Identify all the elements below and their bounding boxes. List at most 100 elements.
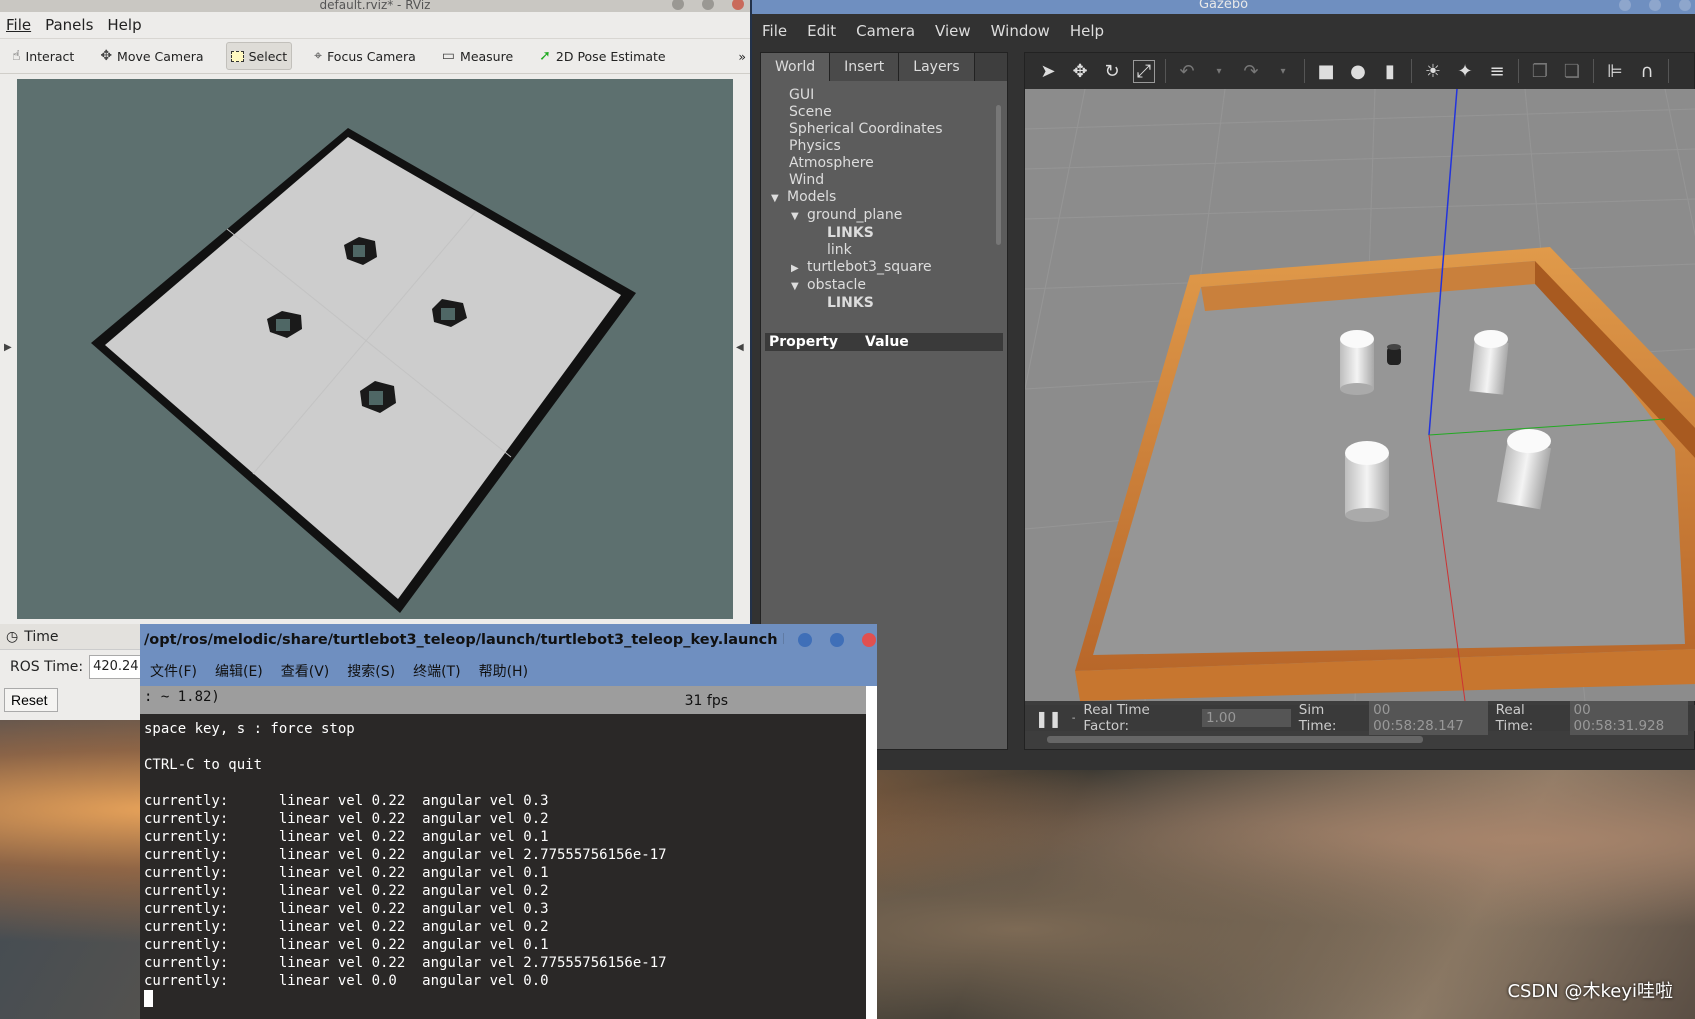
box-shape-icon[interactable]: ■: [1315, 61, 1337, 82]
tree-item-models[interactable]: ▼ Models: [761, 189, 1007, 207]
left-panel-collapse-icon[interactable]: ▶: [4, 342, 12, 353]
spot-light-icon[interactable]: ✦: [1454, 61, 1476, 82]
gz-menu-file[interactable]: File: [762, 22, 787, 40]
focus-camera-tool[interactable]: ⌖ Focus Camera: [310, 42, 420, 70]
gazebo-maximize-button[interactable]: [1649, 0, 1661, 11]
tree-item[interactable]: LINKS: [761, 225, 1007, 242]
terminal-scrollbar[interactable]: [866, 686, 877, 1019]
reset-button[interactable]: Reset: [4, 688, 58, 712]
term-menu-view[interactable]: 查看(V): [281, 661, 330, 681]
tree-label: LINKS: [827, 225, 874, 241]
status-scrollbar[interactable]: [1047, 736, 1423, 743]
tree-item[interactable]: LINKS: [761, 295, 1007, 312]
term-menu-search[interactable]: 搜索(S): [347, 661, 395, 681]
redo-icon[interactable]: ↷: [1240, 61, 1262, 82]
terminal-output[interactable]: : ~ 1.82) 31 fps space key, s : force st…: [140, 686, 866, 1019]
property-header: Property Value: [765, 333, 1003, 351]
rviz-maximize-button[interactable]: [702, 0, 714, 10]
tree-item[interactable]: Spherical Coordinates: [761, 121, 1007, 138]
terminal-line: currently: linear vel 0.22 angular vel 2…: [144, 955, 667, 971]
rviz-toolbar: ☝ Interact ✥ Move Camera Select ⌖ Focus Cam…: [0, 38, 750, 74]
expand-down-icon[interactable]: ▼: [771, 190, 787, 207]
rviz-titlebar[interactable]: default.rviz* - RViz: [0, 0, 750, 12]
tree-item[interactable]: Atmosphere: [761, 155, 1007, 172]
snap-icon[interactable]: ∩: [1636, 61, 1658, 82]
clock-icon: ◷: [6, 628, 19, 645]
tree-item[interactable]: link: [761, 242, 1007, 259]
measure-tool[interactable]: ▭ Measure: [438, 42, 517, 70]
menu-help[interactable]: Help: [107, 16, 141, 34]
terminal-line: currently: linear vel 0.22 angular vel 0…: [144, 919, 549, 935]
move-camera-tool[interactable]: ✥ Move Camera: [96, 42, 207, 70]
gazebo-titlebar[interactable]: Gazebo: [752, 0, 1695, 14]
rotate-mode-icon[interactable]: ↻: [1101, 61, 1123, 82]
gz-menu-camera[interactable]: Camera: [856, 22, 915, 40]
tree-label: Wind: [789, 172, 825, 188]
tree-item[interactable]: GUI: [761, 87, 1007, 104]
toolbar-separator: [1593, 59, 1594, 83]
scene-render: [1025, 89, 1695, 701]
tree-item[interactable]: Scene: [761, 104, 1007, 121]
cylinder-shape-icon[interactable]: ▮: [1379, 61, 1401, 82]
toolbar-overflow-icon[interactable]: »: [738, 49, 746, 64]
tab-world[interactable]: World: [761, 53, 831, 81]
ros-time-field[interactable]: 420.24: [89, 655, 142, 679]
scale-mode-icon[interactable]: ⤢: [1133, 59, 1155, 83]
gazebo-close-button[interactable]: [1679, 0, 1691, 11]
rviz-window: default.rviz* - RViz File Panels Help ☝ I…: [0, 0, 750, 720]
tree-label: obstacle: [807, 277, 867, 293]
sphere-shape-icon[interactable]: ●: [1347, 61, 1369, 82]
align-icon[interactable]: ⊫: [1604, 61, 1626, 82]
point-light-icon[interactable]: ☀: [1422, 61, 1444, 82]
tree-scrollbar[interactable]: [996, 105, 1001, 245]
select-tool[interactable]: Select: [225, 42, 293, 70]
tab-layers[interactable]: Layers: [899, 53, 975, 81]
tree-item[interactable]: Physics: [761, 138, 1007, 155]
gz-menu-help[interactable]: Help: [1070, 22, 1104, 40]
copy-icon[interactable]: ❐: [1529, 61, 1551, 82]
menu-file[interactable]: File: [6, 16, 31, 34]
terminal-line: currently: linear vel 0.22 angular vel 0…: [144, 883, 549, 899]
pose-estimate-tool[interactable]: ➚ 2D Pose Estimate: [535, 42, 669, 70]
term-menu-edit[interactable]: 编辑(E): [215, 661, 263, 681]
term-menu-file[interactable]: 文件(F): [150, 661, 197, 681]
undo-icon[interactable]: ↶: [1176, 61, 1198, 82]
gazebo-3d-scene[interactable]: [1025, 89, 1695, 701]
tree-item[interactable]: Wind: [761, 172, 1007, 189]
rviz-close-button[interactable]: [732, 0, 744, 10]
tree-item-turtlebot3[interactable]: ▶ turtlebot3_square: [761, 259, 1007, 277]
redo-dropdown-icon[interactable]: ▾: [1272, 66, 1294, 77]
gazebo-minimize-button[interactable]: [1619, 0, 1631, 11]
tree-item-ground-plane[interactable]: ▼ ground_plane: [761, 207, 1007, 225]
directional-light-icon[interactable]: ≡: [1486, 61, 1508, 82]
terminal-title: /opt/ros/melodic/share/turtlebot3_teleop…: [144, 632, 784, 648]
expand-down-icon[interactable]: ▼: [791, 278, 807, 295]
term-menu-help[interactable]: 帮助(H): [479, 661, 528, 681]
rviz-3d-view[interactable]: [17, 79, 733, 619]
gz-menu-view[interactable]: View: [935, 22, 971, 40]
rviz-minimize-button[interactable]: [672, 0, 684, 10]
tree-item-obstacle[interactable]: ▼ obstacle: [761, 277, 1007, 295]
term-menu-terminal[interactable]: 终端(T): [413, 661, 460, 681]
gz-menu-window[interactable]: Window: [991, 22, 1050, 40]
right-panel-collapse-icon[interactable]: ◀: [736, 342, 744, 353]
gz-menu-edit[interactable]: Edit: [807, 22, 836, 40]
terminal-maximize-button[interactable]: [830, 633, 844, 647]
terminal-close-button[interactable]: [862, 633, 876, 647]
expand-right-icon[interactable]: ▶: [791, 260, 807, 277]
terminal-titlebar[interactable]: /opt/ros/melodic/share/turtlebot3_teleop…: [140, 624, 877, 656]
interact-tool[interactable]: ☝ Interact: [8, 42, 78, 70]
undo-dropdown-icon[interactable]: ▾: [1208, 66, 1230, 77]
step-icon[interactable]: -: [1072, 713, 1076, 724]
pause-icon[interactable]: ❚❚: [1035, 709, 1062, 728]
terminal-line: currently: linear vel 0.22 angular vel 0…: [144, 811, 549, 827]
translate-mode-icon[interactable]: ✥: [1069, 61, 1091, 82]
select-mode-icon[interactable]: ➤: [1037, 61, 1059, 82]
expand-down-icon[interactable]: ▼: [791, 208, 807, 225]
menu-panels[interactable]: Panels: [45, 16, 93, 34]
terminal-minimize-button[interactable]: [798, 633, 812, 647]
paste-icon[interactable]: ❏: [1561, 61, 1583, 82]
tree-label: GUI: [789, 87, 815, 103]
tab-insert[interactable]: Insert: [830, 53, 900, 81]
